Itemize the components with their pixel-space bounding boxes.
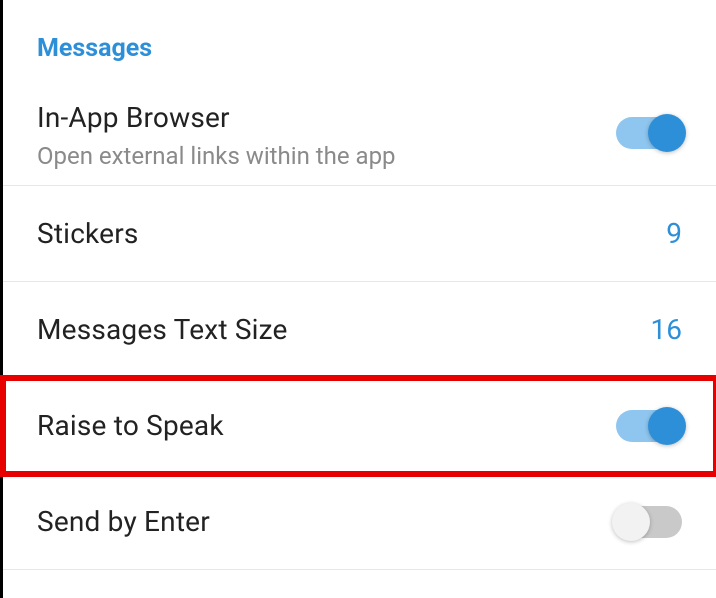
row-title: In-App Browser	[37, 101, 396, 134]
row-title: Raise to Speak	[37, 409, 224, 442]
row-in-app-browser[interactable]: In-App Browser Open external links withi…	[3, 81, 716, 186]
row-left: In-App Browser Open external links withi…	[37, 101, 396, 170]
row-send-by-enter[interactable]: Send by Enter	[3, 474, 716, 570]
row-title: Send by Enter	[37, 505, 210, 538]
row-title: Messages Text Size	[37, 313, 288, 346]
row-messages-text-size[interactable]: Messages Text Size 16	[3, 282, 716, 378]
row-value-messages-text-size: 16	[651, 313, 682, 346]
toggle-raise-to-speak[interactable]	[616, 410, 682, 442]
row-value-stickers: 9	[666, 217, 682, 250]
row-title: Stickers	[37, 217, 139, 250]
row-stickers[interactable]: Stickers 9	[3, 186, 716, 282]
toggle-send-by-enter[interactable]	[616, 506, 682, 538]
section-header-messages: Messages	[3, 0, 716, 81]
toggle-knob	[648, 114, 686, 152]
toggle-in-app-browser[interactable]	[616, 117, 682, 149]
toggle-knob	[648, 407, 686, 445]
row-subtitle: Open external links within the app	[37, 142, 396, 170]
toggle-knob	[612, 503, 650, 541]
row-raise-to-speak[interactable]: Raise to Speak	[3, 378, 716, 474]
